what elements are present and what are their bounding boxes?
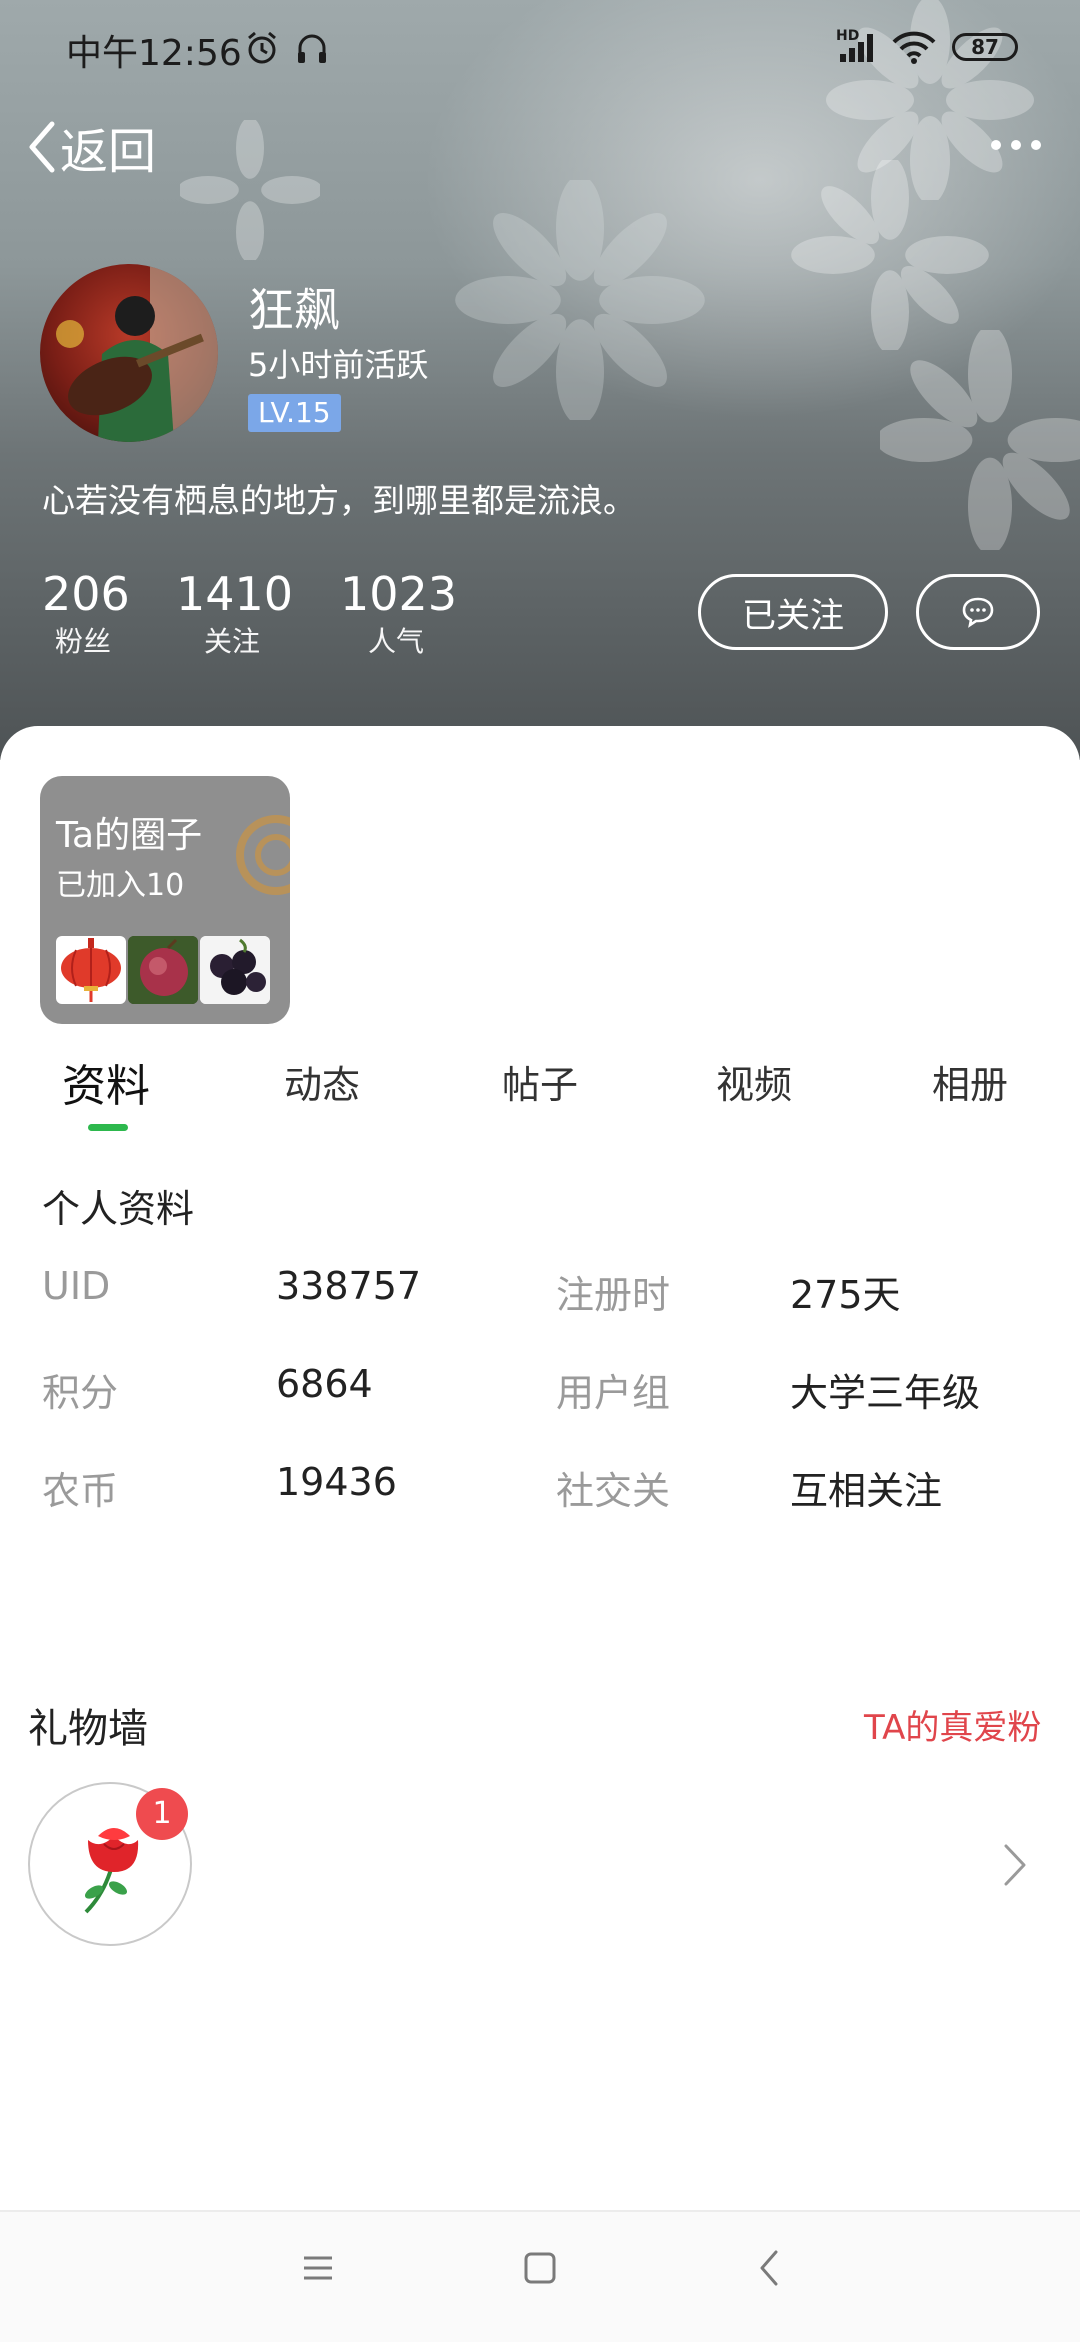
stat-label: 关注	[203, 625, 260, 658]
alarm-icon	[248, 31, 276, 64]
headset-icon	[298, 34, 326, 63]
tab-album[interactable]: 相册	[932, 1054, 1008, 1109]
stat-fans[interactable]: 206 粉丝	[42, 566, 130, 662]
info-value: 19436	[276, 1460, 397, 1504]
back-label: 返回	[60, 124, 157, 180]
level-badge: LV.15	[248, 394, 341, 432]
wifi-icon	[892, 31, 936, 64]
stat-label: 人气	[367, 625, 424, 658]
message-button[interactable]	[916, 574, 1040, 650]
lantern-icon	[61, 938, 121, 1002]
tab-active-indicator	[88, 1124, 128, 1131]
chat-bubble-icon	[962, 597, 994, 628]
status-bar: 中午12:56 HD 87	[0, 0, 1080, 96]
info-value: 338757	[276, 1264, 422, 1308]
tab-activity[interactable]: 动态	[284, 1054, 360, 1109]
back-button[interactable]: 返回	[26, 112, 156, 182]
gift-wall-title: 礼物墙	[28, 1706, 148, 1752]
avatar-image	[56, 264, 218, 442]
info-value: 275天	[790, 1273, 901, 1317]
info-label: 用户组	[556, 1371, 671, 1415]
circle-thumbnail[interactable]	[56, 936, 126, 1004]
info-value: 大学三年级	[790, 1371, 981, 1415]
menu-icon[interactable]	[298, 2248, 338, 2288]
avatar[interactable]	[40, 264, 218, 442]
info-label: UID	[42, 1264, 111, 1308]
stat-value: 1410	[176, 567, 294, 621]
flower-decoration	[791, 160, 989, 350]
stat-value: 206	[42, 567, 130, 621]
circle-thumbnail[interactable]	[128, 936, 198, 1004]
section-title: 个人资料	[42, 1187, 195, 1231]
fruit-image	[128, 936, 198, 1004]
tab-videos[interactable]: 视频	[716, 1054, 792, 1109]
info-value: 6864	[276, 1362, 373, 1406]
info-label: 社交关	[556, 1469, 671, 1513]
tab-profile[interactable]: 资料	[62, 1050, 150, 1114]
circle-card[interactable]: Ta的圈子 已加入10	[40, 776, 290, 1024]
stat-label: 粉丝	[54, 625, 111, 658]
system-navigation-bar	[0, 2210, 1080, 2342]
chevron-right-icon[interactable]	[1000, 1842, 1030, 1888]
info-label: 注册时	[556, 1273, 671, 1317]
more-dots-icon[interactable]	[986, 130, 1046, 160]
home-icon[interactable]	[520, 2248, 560, 2288]
chevron-left-icon	[29, 121, 55, 173]
flower-decoration	[455, 180, 705, 420]
info-label: 农币	[42, 1469, 119, 1513]
circle-thumbnail[interactable]	[200, 936, 270, 1004]
circle-card-title: Ta的圈子	[56, 815, 203, 856]
berries-image	[200, 936, 270, 1004]
active-status: 5小时前活跃	[248, 346, 429, 384]
flower-decoration	[880, 330, 1080, 550]
battery-icon: 87	[952, 33, 1018, 61]
username: 狂飙	[248, 283, 340, 337]
status-time: 中午12:56	[66, 33, 242, 74]
tab-posts[interactable]: 帖子	[502, 1054, 578, 1109]
circle-card-joined: 已加入10	[56, 868, 185, 903]
stat-value: 1023	[340, 567, 458, 621]
gift-count-badge: 1	[136, 1788, 188, 1840]
circle-logo-decoration	[236, 815, 290, 895]
info-label: 积分	[42, 1371, 119, 1415]
flower-decoration	[180, 120, 320, 260]
back-nav-icon[interactable]	[750, 2248, 790, 2288]
true-fans-link[interactable]: TA的真爱粉	[864, 1700, 1041, 1749]
info-value: 互相关注	[790, 1469, 943, 1513]
bio-text: 心若没有栖息的地方，到哪里都是流浪。	[42, 481, 636, 520]
stat-popularity[interactable]: 1023 人气	[340, 566, 458, 662]
signal-icon	[840, 34, 873, 62]
follow-button[interactable]: 已关注	[698, 574, 888, 650]
stat-following[interactable]: 1410 关注	[176, 566, 294, 662]
